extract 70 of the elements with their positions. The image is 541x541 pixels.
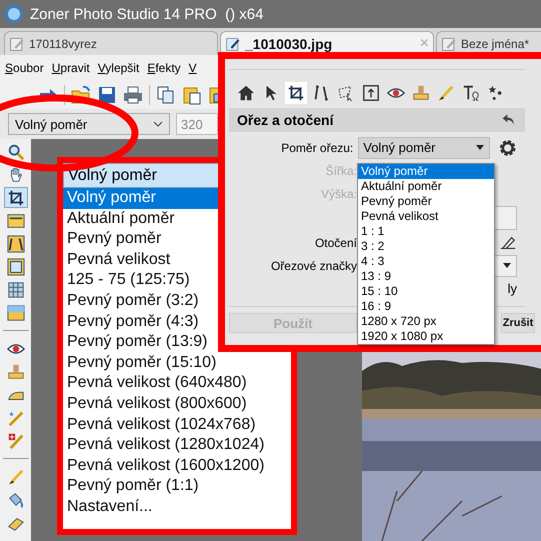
pencil-document-icon	[9, 36, 25, 52]
dropdown-arrow-icon[interactable]	[502, 262, 512, 268]
perspective-icon	[6, 234, 24, 252]
level-icon	[6, 212, 24, 230]
list-option[interactable]: 16 : 9	[358, 299, 494, 314]
copy-icon[interactable]	[156, 85, 176, 105]
list-option[interactable]: 15 : 10	[358, 284, 494, 299]
document-tab[interactable]: 170118vyrez	[4, 31, 218, 55]
home-icon	[237, 84, 255, 102]
menu-item[interactable]: Upravit	[52, 61, 90, 75]
grid-icon	[6, 280, 24, 298]
window-title: Zoner Photo Studio 14 PRO () x64	[30, 6, 264, 22]
list-option[interactable]: Pevná velikost (1024x768)	[63, 414, 291, 436]
paste-icon[interactable]	[182, 85, 202, 105]
list-option[interactable]: 13 : 9	[358, 269, 494, 284]
list-option[interactable]: Pevná velikost (640x480)	[63, 373, 291, 394]
settings-icon[interactable]	[498, 138, 517, 158]
tool-button[interactable]	[4, 187, 28, 208]
field-label: Otočení	[314, 236, 357, 250]
list-option[interactable]: 4 : 3	[358, 254, 494, 269]
menu-item[interactable]: Vylepšit	[98, 61, 140, 75]
list-option[interactable]: Pevná velikost (800x600)	[63, 394, 291, 415]
list-option[interactable]: 1920 x 1080 px	[358, 329, 494, 344]
list-option[interactable]: Pevný poměr (15:10)	[63, 352, 291, 374]
section-title: Ořez a otočení	[237, 112, 334, 128]
crop-icon	[6, 188, 24, 206]
crop-icon	[287, 84, 305, 102]
chevron-down-icon[interactable]	[153, 121, 163, 127]
stamp-icon	[412, 84, 430, 102]
healing-brush-icon	[6, 432, 24, 450]
crop-ratio-dropdown[interactable]: Volný poměr	[8, 113, 170, 135]
wand-icon	[6, 408, 24, 426]
menu-item[interactable]: V	[188, 61, 197, 75]
brush-icon	[437, 84, 455, 102]
list-option[interactable]: 1280 x 720 px	[358, 314, 494, 329]
field-label: Poměr ořezu:	[280, 140, 354, 154]
dropdown-arrow-icon[interactable]	[474, 144, 485, 150]
list-option[interactable]: 1 : 1	[358, 224, 494, 239]
list-option[interactable]: Pevný poměr (1:1)	[63, 476, 291, 497]
paint-bucket-icon	[6, 490, 24, 508]
app-logo-icon	[4, 4, 24, 24]
tool-button[interactable]	[360, 82, 382, 104]
field-label: Ořezové značky	[270, 258, 357, 272]
list-option[interactable]: 3 : 2	[358, 239, 494, 254]
cancel-button[interactable]: Zrušit	[501, 313, 535, 333]
list-option[interactable]: Nastavení...	[63, 496, 291, 518]
straighten-icon	[312, 84, 330, 102]
list-option[interactable]: Pevná velikost (1280x1024)	[63, 435, 291, 456]
list-option[interactable]: Volný poměr	[358, 164, 494, 179]
menu-item[interactable]: Efekty	[147, 61, 181, 75]
list-option[interactable]: Pevný poměr	[358, 194, 494, 209]
save-icon[interactable]	[97, 85, 117, 105]
field-label: Šířka:	[324, 164, 357, 178]
field-label: Výška:	[320, 186, 357, 200]
list-option[interactable]: Aktuální poměr	[358, 179, 494, 194]
checkbox-label: ly	[508, 281, 517, 296]
frame-icon	[6, 258, 24, 276]
list-option[interactable]: Pevná velikost	[358, 209, 494, 224]
print-icon[interactable]	[123, 85, 143, 105]
gradient-icon	[6, 304, 24, 322]
text-icon	[462, 84, 480, 102]
brush-icon	[6, 468, 24, 486]
tool-button[interactable]	[285, 82, 307, 104]
menu-item[interactable]: Soubor	[5, 61, 44, 75]
magnifier-icon	[6, 142, 24, 160]
export-icon	[362, 84, 380, 102]
list-option[interactable]: Pevná velikost (1600x1200)	[63, 456, 291, 476]
crop-ratio-dropdown[interactable]: Volný poměr	[358, 136, 490, 158]
pencil-document-icon	[225, 36, 241, 52]
stamp-icon	[6, 362, 24, 380]
